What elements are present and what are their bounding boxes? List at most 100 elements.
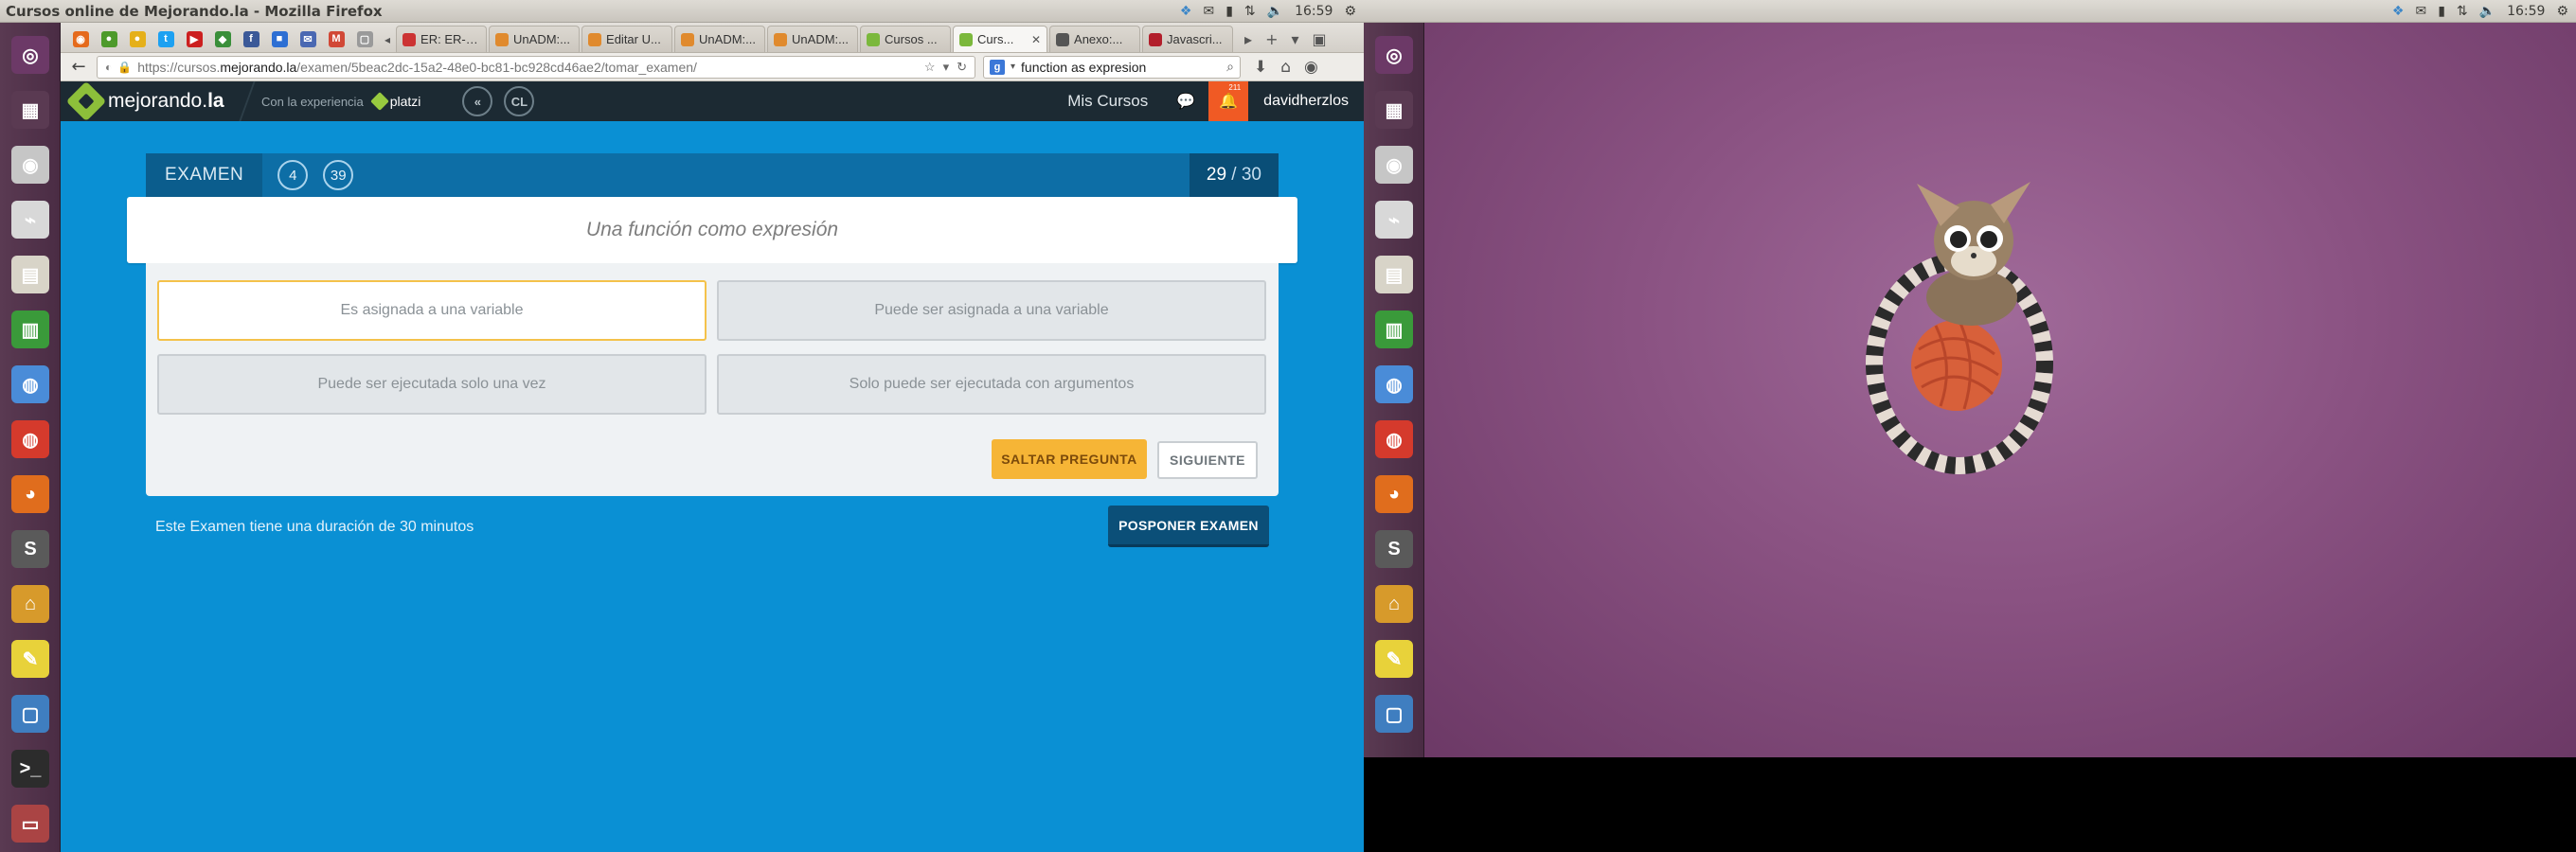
cl-circle-button[interactable]: CL — [504, 86, 535, 116]
home-icon[interactable]: ⌂ — [1280, 58, 1291, 77]
launcher-item[interactable]: ⌁ — [1369, 195, 1419, 244]
skip-question-button[interactable]: SALTAR PREGUNTA — [992, 439, 1147, 479]
tabs-scroll-left-icon[interactable]: ◂ — [379, 33, 396, 52]
network-icon[interactable]: ⇅ — [2457, 4, 2468, 19]
launcher-item[interactable]: ⌁ — [6, 195, 55, 244]
exam-circle-b[interactable]: 39 — [323, 160, 354, 190]
launcher-item[interactable]: ◍ — [1369, 360, 1419, 409]
browser-tab[interactable]: Anexo:... — [1049, 26, 1141, 52]
username[interactable]: davidherzlos — [1248, 93, 1364, 110]
browser-tab[interactable]: UnADM:... — [767, 26, 859, 52]
pinned-tab[interactable]: ▢ — [350, 26, 379, 52]
search-icon[interactable]: ⌕ — [1226, 59, 1234, 75]
launcher-item[interactable]: ▤ — [1369, 250, 1419, 299]
browser-tab[interactable]: Curs... ✕ — [953, 26, 1048, 52]
browser-tab[interactable]: Javascri... — [1142, 26, 1234, 52]
tab-groups-icon[interactable]: ▣ — [1313, 30, 1327, 48]
search-input[interactable]: function as expresion — [1021, 60, 1146, 75]
download-icon[interactable]: ⬇ — [1254, 58, 1267, 77]
battery-icon[interactable]: ▮ — [1225, 4, 1233, 19]
mail-tray-icon[interactable]: ✉ — [1203, 4, 1214, 19]
new-tab-icon[interactable]: + — [1265, 30, 1278, 48]
answer-option-4[interactable]: Solo puede ser ejecutada con argumentos — [717, 354, 1266, 415]
platzi-brand[interactable]: platzi — [369, 92, 420, 111]
launcher-item[interactable]: ✎ — [6, 634, 55, 683]
launcher-item[interactable]: ✎ — [1369, 634, 1419, 683]
addon-icon[interactable]: ◉ — [1304, 58, 1318, 77]
launcher-item[interactable]: ▤ — [6, 250, 55, 299]
launcher-item[interactable]: ▦ — [6, 85, 55, 134]
pinned-tab[interactable]: ● — [123, 26, 152, 52]
gear-icon[interactable]: ⚙ — [1344, 4, 1356, 19]
mail-tray-icon[interactable]: ✉ — [2415, 4, 2426, 19]
mis-cursos-link[interactable]: Mis Cursos — [1052, 92, 1163, 111]
site-logo[interactable]: mejorando.la — [61, 80, 246, 122]
pinned-tab[interactable]: ▶ — [180, 26, 208, 52]
launcher-item[interactable]: ◎ — [6, 30, 55, 80]
battery-icon[interactable]: ▮ — [2438, 4, 2445, 19]
launcher-item[interactable]: ◍ — [1369, 415, 1419, 464]
dropbox-icon[interactable]: ❖ — [1180, 4, 1192, 19]
gear-icon[interactable]: ⚙ — [2556, 4, 2568, 19]
browser-tab[interactable]: UnADM:... — [489, 26, 581, 52]
exam-circle-a[interactable]: 4 — [277, 160, 309, 190]
launcher-item[interactable]: ⌂ — [6, 579, 55, 629]
next-button[interactable]: SIGUIENTE — [1157, 441, 1258, 479]
history-dropdown-icon[interactable]: ▾ — [943, 60, 950, 75]
search-bar[interactable]: g ▾ function as expresion ⌕ — [983, 55, 1241, 79]
answer-option-2[interactable]: Puede ser asignada a una variable — [717, 280, 1266, 341]
launcher-item[interactable]: ▥ — [6, 305, 55, 354]
launcher-item[interactable]: ◉ — [1369, 140, 1419, 189]
launcher-item[interactable]: ◍ — [6, 360, 55, 409]
launcher-item[interactable]: ◉ — [6, 140, 55, 189]
tab-close-icon[interactable]: ✕ — [1031, 33, 1041, 46]
search-engine-dropdown-icon[interactable]: ▾ — [1011, 62, 1015, 72]
network-icon[interactable]: ⇅ — [1244, 4, 1256, 19]
launcher-item[interactable]: ⌂ — [1369, 579, 1419, 629]
notifications-button[interactable]: 🔔 211 — [1208, 81, 1249, 121]
pinned-tab[interactable]: ✉ — [294, 26, 322, 52]
launcher-item[interactable]: ◎ — [1369, 30, 1419, 80]
screen: Cursos online de Mejorando.la - Mozilla … — [0, 0, 2576, 852]
browser-tab[interactable]: Editar U... — [581, 26, 673, 52]
pinned-tab[interactable]: t — [152, 26, 180, 52]
chat-bubble-icon[interactable]: 💬 — [1163, 92, 1208, 111]
pinned-tab[interactable]: M — [322, 26, 350, 52]
launcher-item[interactable]: S — [6, 524, 55, 574]
volume-icon[interactable]: 🔈 — [1267, 4, 1283, 19]
browser-tab[interactable]: UnADM:... — [674, 26, 766, 52]
launcher-item[interactable]: S — [1369, 524, 1419, 574]
launcher-item[interactable]: ▢ — [1369, 689, 1419, 738]
pinned-tab[interactable]: ◆ — [208, 26, 237, 52]
bookmark-star-icon[interactable]: ☆ — [924, 60, 936, 75]
browser-tab[interactable]: Cursos ... — [860, 26, 952, 52]
tabs-scroll-right-icon[interactable]: ▸ — [1244, 30, 1252, 48]
launcher-item[interactable]: ◕ — [1369, 470, 1419, 519]
answer-option-1[interactable]: Es asignada a una variable — [157, 280, 707, 341]
browser-tab[interactable]: ER: ER-S... — [396, 26, 488, 52]
dropbox-icon[interactable]: ❖ — [2392, 4, 2405, 19]
rewind-circle-button[interactable]: « — [462, 86, 493, 116]
google-icon[interactable]: g — [990, 59, 1005, 75]
identity-icon[interactable]: ◐ — [105, 61, 112, 74]
launcher-item[interactable]: ▥ — [1369, 305, 1419, 354]
url-bar[interactable]: ◐ 🔒 https://cursos.mejorando.la/examen/5… — [97, 55, 975, 79]
back-arrow-icon[interactable]: ← — [68, 57, 89, 77]
launcher-item[interactable]: ◕ — [6, 470, 55, 519]
clock[interactable]: 16:59 — [2507, 4, 2545, 19]
launcher-item[interactable]: ◍ — [6, 415, 55, 464]
pinned-tab[interactable]: ● — [95, 26, 123, 52]
launcher-item[interactable]: ▭ — [6, 799, 55, 848]
pinned-tab[interactable]: ■ — [265, 26, 294, 52]
clock[interactable]: 16:59 — [1295, 4, 1333, 19]
reload-icon[interactable]: ↻ — [957, 60, 967, 75]
pinned-tab[interactable]: f — [237, 26, 265, 52]
launcher-item[interactable]: ▢ — [6, 689, 55, 738]
volume-icon[interactable]: 🔈 — [2479, 4, 2496, 19]
postpone-exam-button[interactable]: POSPONER EXAMEN — [1108, 506, 1269, 547]
answer-option-3[interactable]: Puede ser ejecutada solo una vez — [157, 354, 707, 415]
tab-list-icon[interactable]: ▾ — [1291, 30, 1298, 48]
launcher-item[interactable]: >_ — [6, 744, 55, 793]
pinned-tab[interactable]: ◉ — [66, 26, 95, 52]
launcher-item[interactable]: ▦ — [1369, 85, 1419, 134]
